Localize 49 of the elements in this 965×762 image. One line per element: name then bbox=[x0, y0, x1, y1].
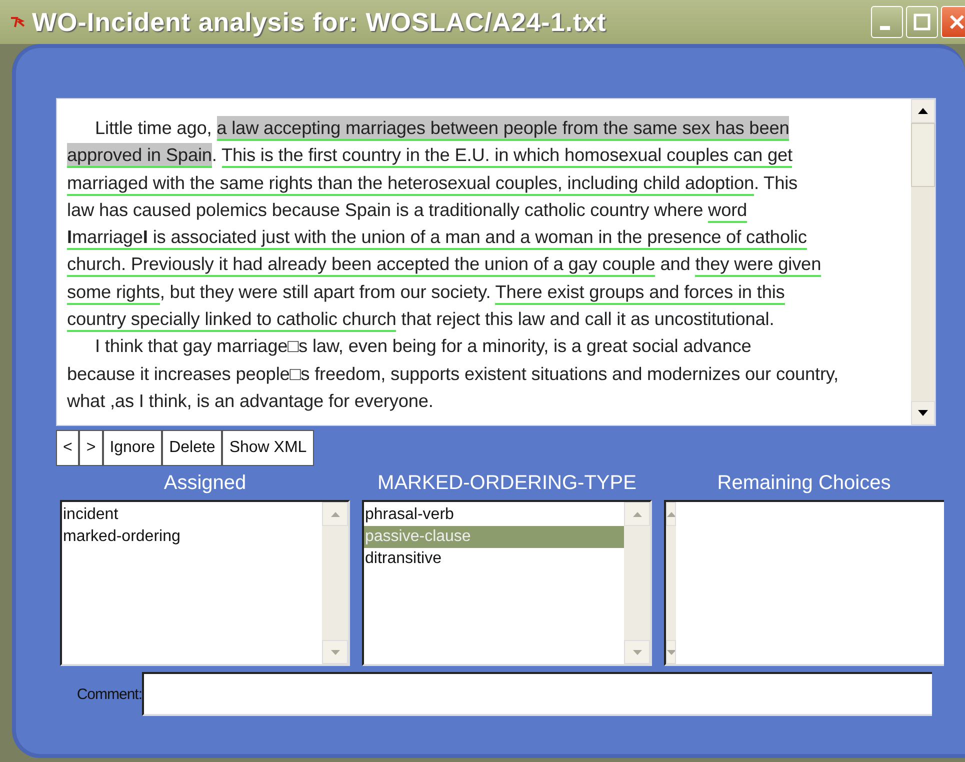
text-span: approved in Spain bbox=[67, 143, 212, 168]
app-icon bbox=[10, 16, 26, 28]
toolbar-button[interactable]: < bbox=[56, 430, 80, 466]
maximize-button[interactable] bbox=[906, 6, 938, 38]
text-span: what ,as I think, is an advantage for everyone. bbox=[67, 390, 434, 413]
text-span: There exist groups and forces in this bbox=[495, 280, 785, 305]
list-box[interactable] bbox=[664, 500, 944, 666]
scroll-thumb[interactable] bbox=[911, 123, 935, 187]
minimize-icon bbox=[880, 26, 890, 30]
text-span: law has caused polemics because Spain is a traditionally catholic country where bbox=[67, 198, 704, 222]
text-span: country specially linked to catholic church bbox=[67, 307, 396, 332]
text-span: This is the first country in the E.U. in which homosexual couples can get bbox=[222, 143, 792, 168]
list-item[interactable]: marked-ordering bbox=[62, 526, 322, 548]
text-span: I think that gay marriage□s law, even being for a minority, is a great social advance bbox=[95, 335, 752, 358]
text-span: Little time ago, bbox=[95, 117, 213, 140]
list-item[interactable]: ditransitive bbox=[364, 548, 624, 570]
text-span: Previously it had already been accepted the union of a gay couple bbox=[130, 252, 656, 278]
toolbar-button[interactable]: Ignore bbox=[102, 430, 162, 466]
toolbar-button[interactable]: Show XML bbox=[222, 430, 314, 466]
list-heading: Remaining Choices bbox=[716, 472, 892, 496]
comment-label: Comment: bbox=[76, 686, 142, 702]
text-span: that reject this law and call it as uncostitutional. bbox=[400, 308, 774, 332]
list-item[interactable]: incident bbox=[62, 504, 322, 526]
list-box[interactable]: incident marked-ordering bbox=[60, 500, 350, 666]
toolbar-button[interactable]: > bbox=[79, 430, 103, 466]
close-icon bbox=[947, 12, 965, 32]
text-span: some rights bbox=[67, 280, 160, 305]
text-span: they were given bbox=[695, 252, 822, 278]
text-span: because it increases people□s freedom, supports existent situations and modernizes our country, bbox=[67, 362, 839, 386]
close-button[interactable] bbox=[941, 6, 965, 38]
list-heading: MARKED-ORDERING-TYPE bbox=[376, 472, 638, 496]
text-span: word bbox=[708, 198, 748, 223]
text-span: marriaged with the same rights than the heterosexual couples, including child adoption bbox=[67, 170, 754, 196]
text-span: ImarriageI is associated just with the union of a man and a woman in the presence of catholic bbox=[67, 225, 807, 250]
list-item[interactable]: phrasal-verb bbox=[364, 504, 624, 526]
window-title: WO-Incident analysis for: WOSLAC/A24-1.txt bbox=[32, 6, 608, 38]
toolbar-button[interactable]: Delete bbox=[162, 430, 222, 466]
text-span: , but they were still apart from our society. bbox=[160, 280, 492, 304]
list-box[interactable]: phrasal-verb passive-clause ditransitive bbox=[362, 500, 652, 666]
text-span: and bbox=[659, 253, 692, 276]
maximize-icon bbox=[912, 12, 932, 32]
text-span: church. bbox=[67, 252, 131, 278]
comment-field[interactable] bbox=[142, 672, 932, 716]
text-span: . bbox=[212, 144, 218, 168]
minimize-button[interactable] bbox=[871, 6, 903, 38]
text-span: a law accepting marriages between people from the same sex has been bbox=[216, 116, 790, 141]
text-span: . This bbox=[754, 172, 798, 195]
list-heading: Assigned bbox=[162, 472, 248, 496]
scrollbar[interactable] bbox=[911, 99, 935, 425]
